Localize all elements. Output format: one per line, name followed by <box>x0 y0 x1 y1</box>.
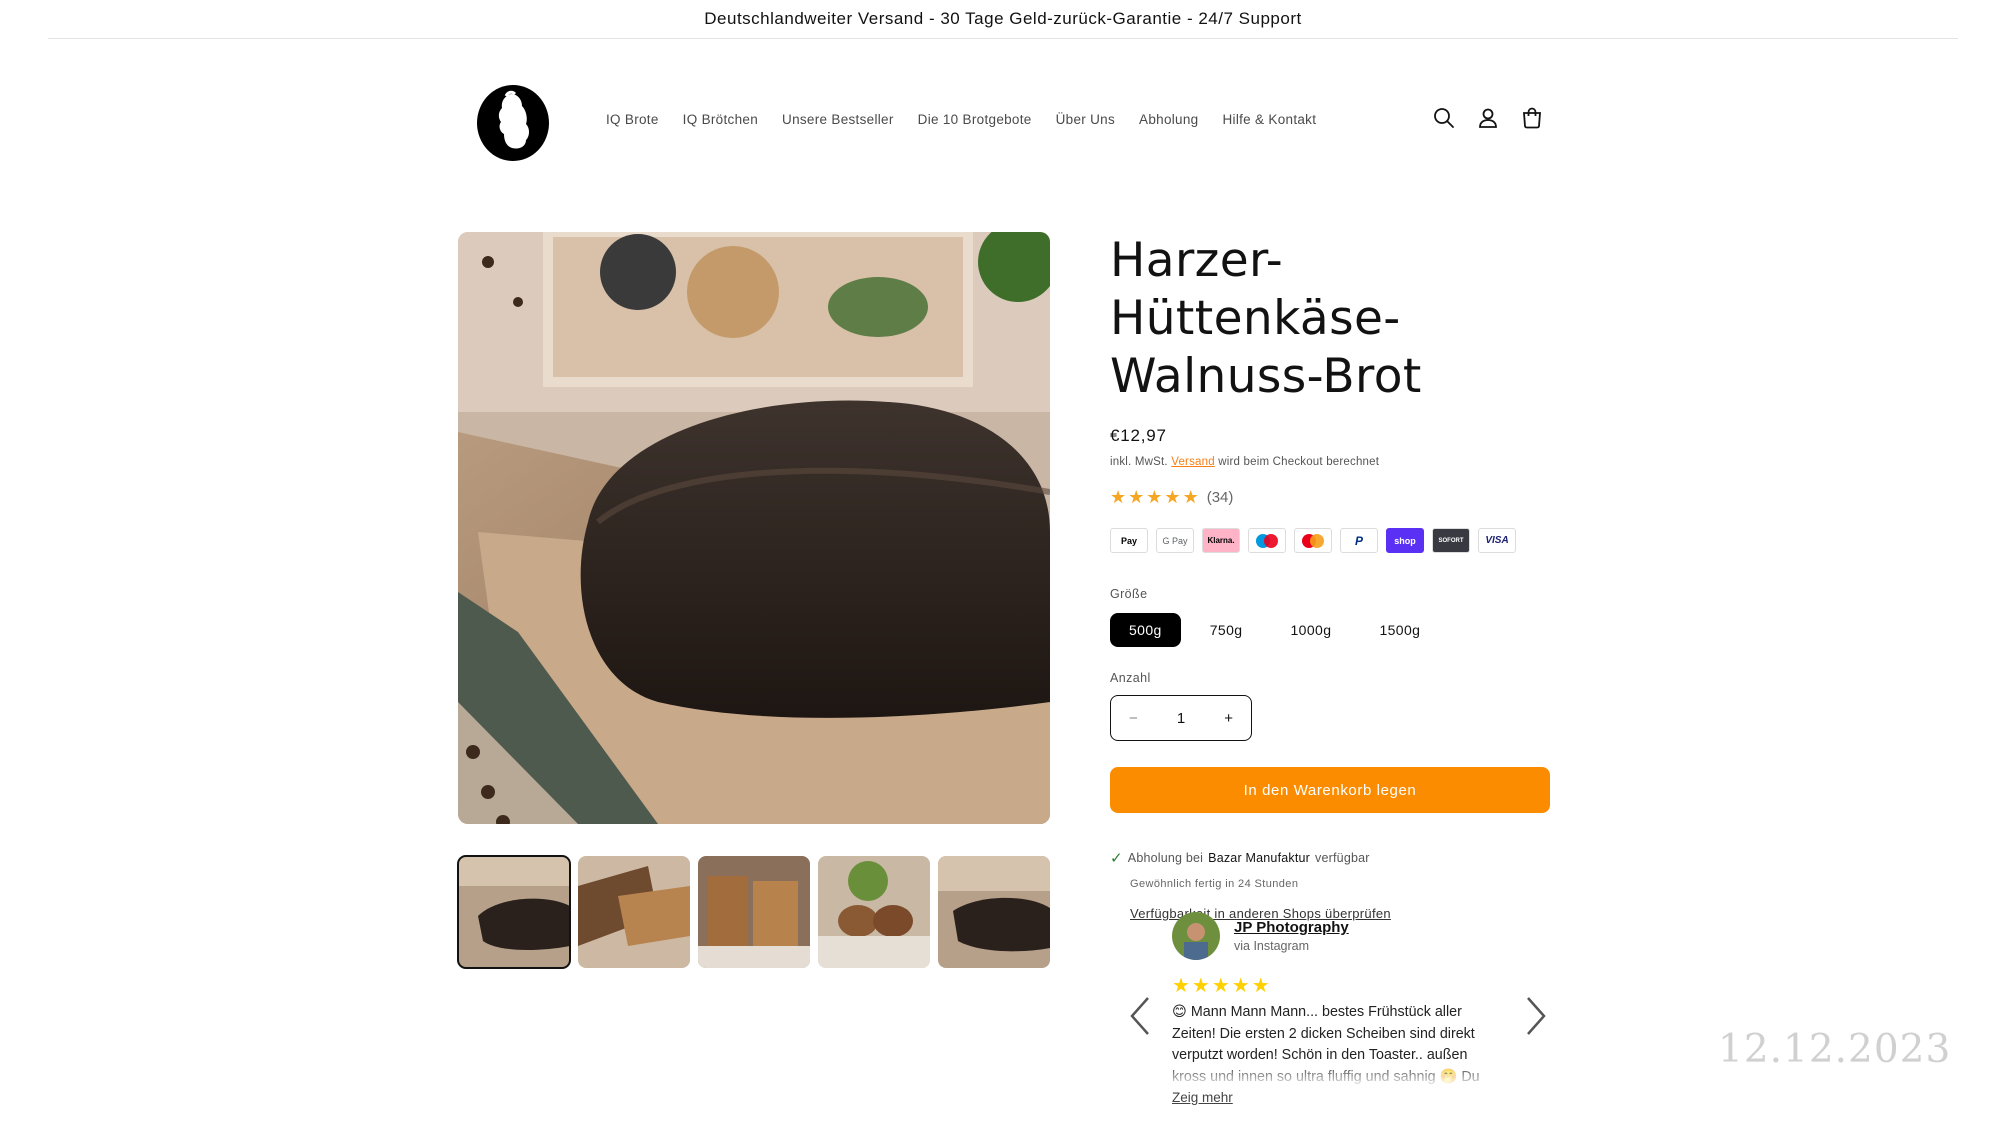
review-text: 😊 Mann Mann Mann... bestes Frühstück all… <box>1172 1002 1502 1088</box>
shipping-link[interactable]: Versand <box>1171 456 1215 468</box>
quantity-label: Anzahl <box>1110 671 1151 685</box>
thumbnail-2[interactable] <box>578 856 690 968</box>
tax-note: inkl. MwSt. Versand wird beim Checkout b… <box>1110 456 1550 468</box>
site-header: IQ Brote IQ Brötchen Unsere Bestseller D… <box>456 74 1552 170</box>
search-icon[interactable] <box>1432 106 1456 130</box>
pickup-prefix: Abholung bei <box>1127 851 1204 865</box>
header-icons <box>1432 106 1544 130</box>
pickup-time-note: Gewöhnlich fertig in 24 Stunden <box>1130 878 1299 890</box>
size-selector: 500g 750g 1000g 1500g <box>1110 613 1550 647</box>
apple-pay-icon: Pay <box>1110 528 1148 553</box>
product-thumbnails <box>457 855 1050 969</box>
product-price: €12,97 <box>1110 426 1167 445</box>
star-icon: ★ <box>1164 487 1181 507</box>
quantity-increase-button[interactable]: + <box>1224 710 1233 727</box>
sofort-icon: SOFORT <box>1432 528 1470 553</box>
nav-item-iq-broetchen[interactable]: IQ Brötchen <box>683 112 758 127</box>
star-icon: ★ <box>1146 487 1163 507</box>
mastercard-icon <box>1294 528 1332 553</box>
rating-count: (34) <box>1206 488 1234 506</box>
quantity-decrease-button[interactable]: − <box>1129 710 1138 727</box>
nav-item-hilfe-kontakt[interactable]: Hilfe & Kontakt <box>1222 112 1316 127</box>
announcement-text: Deutschlandweiter Versand - 30 Tage Geld… <box>704 9 1302 28</box>
review-card: JP Photography via Instagram ★★★★★ 😊 Man… <box>1172 912 1502 1107</box>
size-option-1000g[interactable]: 1000g <box>1271 613 1351 647</box>
reviewer-name[interactable]: JP Photography <box>1234 919 1349 936</box>
pickup-location: Bazar Manufaktur <box>1208 851 1311 865</box>
brand-logo[interactable] <box>476 82 550 162</box>
show-more-link[interactable]: Zeig mehr <box>1172 1090 1233 1105</box>
size-option-750g[interactable]: 750g <box>1190 613 1262 647</box>
star-icon: ★ <box>1128 487 1145 507</box>
check-icon: ✓ <box>1110 850 1123 867</box>
tax-suffix: wird beim Checkout berechnet <box>1218 456 1380 468</box>
main-nav: IQ Brote IQ Brötchen Unsere Bestseller D… <box>606 112 1340 127</box>
product-main-image[interactable] <box>458 232 1050 824</box>
thumbnail-1[interactable] <box>457 855 571 969</box>
size-option-500g[interactable]: 500g <box>1110 613 1181 647</box>
size-option-1500g[interactable]: 1500g <box>1360 613 1440 647</box>
quantity-stepper: − 1 + <box>1110 695 1252 741</box>
review-source: via Instagram <box>1234 939 1310 953</box>
chevron-right-icon[interactable] <box>1524 994 1548 1038</box>
pickup-availability: ✓ Abholung bei Bazar Manufaktur verfügba… <box>1110 849 1550 867</box>
nav-item-brotgebote[interactable]: Die 10 Brotgebote <box>918 112 1032 127</box>
reviewer-avatar <box>1172 912 1220 960</box>
visa-icon: VISA <box>1478 528 1516 553</box>
thumbnail-3[interactable] <box>698 856 810 968</box>
product-info: Harzer-Hüttenkäse-Walnuss-Brot €12,97 in… <box>1110 232 1550 923</box>
nav-item-iq-brote[interactable]: IQ Brote <box>606 112 659 127</box>
tax-prefix: inkl. MwSt. <box>1110 456 1168 468</box>
star-icon: ★ <box>1182 487 1199 507</box>
account-icon[interactable] <box>1476 106 1500 130</box>
chevron-left-icon[interactable] <box>1128 994 1152 1038</box>
thumbnail-4[interactable] <box>818 856 930 968</box>
date-stamp: 12.12.2023 <box>1718 1027 1952 1072</box>
nav-item-abholung[interactable]: Abholung <box>1139 112 1198 127</box>
cart-icon[interactable] <box>1520 106 1544 130</box>
review-header: JP Photography via Instagram <box>1172 912 1502 960</box>
payment-icons: Pay G Pay Klarna. P shop SOFORT VISA <box>1110 528 1550 553</box>
quantity-input[interactable]: 1 <box>1177 710 1185 727</box>
star-icon: ★ <box>1110 487 1127 507</box>
size-label: Größe <box>1110 587 1148 601</box>
review-stars: ★★★★★ <box>1172 975 1272 997</box>
google-pay-icon: G Pay <box>1156 528 1194 553</box>
nav-item-bestseller[interactable]: Unsere Bestseller <box>782 112 894 127</box>
paypal-icon: P <box>1340 528 1378 553</box>
product-title: Harzer-Hüttenkäse-Walnuss-Brot <box>1110 233 1422 404</box>
shop-pay-icon: shop <box>1386 528 1424 553</box>
announcement-bar: Deutschlandweiter Versand - 30 Tage Geld… <box>48 0 1958 39</box>
klarna-icon: Klarna. <box>1202 528 1240 553</box>
product-rating[interactable]: ★ ★ ★ ★ ★ (34) <box>1110 488 1550 506</box>
pickup-suffix: verfügbar <box>1315 851 1370 865</box>
maestro-icon <box>1248 528 1286 553</box>
add-to-cart-button[interactable]: In den Warenkorb legen <box>1110 767 1550 813</box>
review-carousel: JP Photography via Instagram ★★★★★ 😊 Man… <box>1128 912 1548 1121</box>
nav-item-ueber-uns[interactable]: Über Uns <box>1056 112 1115 127</box>
thumbnail-5[interactable] <box>938 856 1050 968</box>
